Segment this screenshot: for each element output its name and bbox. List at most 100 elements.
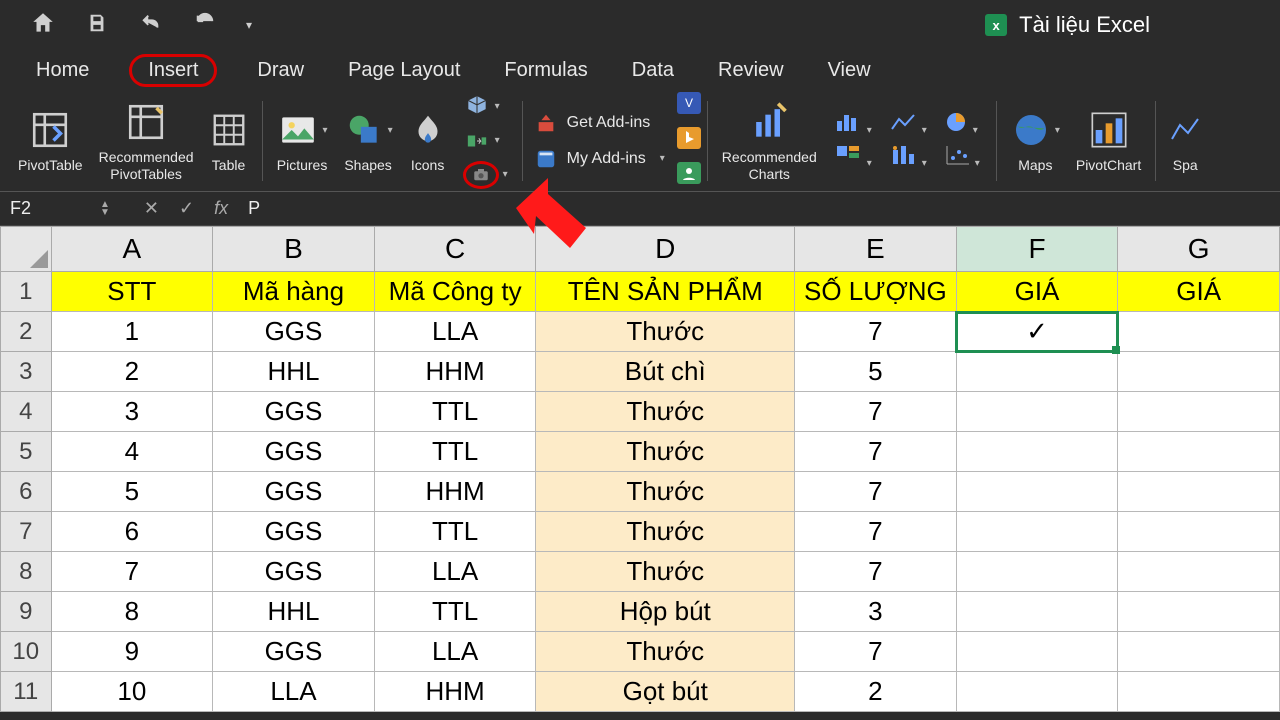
cell[interactable]: HHL [213,352,375,392]
statistic-chart-icon[interactable]: ▾ [890,144,927,171]
recommended-pivottables-button[interactable]: Recommended PivotTables [91,99,202,181]
worksheet-grid[interactable]: A B C D E F G 1 STT Mã hàng Mã Công ty T… [0,226,1280,712]
column-chart-icon[interactable]: ▾ [835,111,872,138]
cell[interactable] [1118,472,1280,512]
cell[interactable]: 6 [51,512,213,552]
tab-data[interactable]: Data [628,57,678,84]
cell[interactable] [1118,432,1280,472]
row-header-1[interactable]: 1 [1,272,52,312]
column-headers[interactable]: A B C D E F G [1,227,1280,272]
smartart-button[interactable]: ▾ [463,128,500,154]
cell[interactable] [1118,392,1280,432]
pictures-button[interactable]: ▾ Pictures [269,107,336,173]
cell[interactable]: GGS [213,432,375,472]
hierarchy-chart-icon[interactable]: ▾ [835,144,872,171]
cell[interactable]: 7 [795,312,957,352]
cell[interactable] [956,472,1118,512]
cell[interactable]: Thước [536,552,795,592]
cell[interactable]: Bút chì [536,352,795,392]
cancel-formula-icon[interactable]: ✕ [134,198,169,219]
scatter-chart-icon[interactable]: ▾ [945,144,980,171]
cell[interactable]: 2 [51,352,213,392]
cell[interactable]: Thước [536,472,795,512]
pivotchart-button[interactable]: PivotChart [1068,107,1149,173]
cell[interactable]: GGS [213,632,375,672]
cell[interactable] [1118,552,1280,592]
cell[interactable]: HHL [213,592,375,632]
select-all-corner[interactable] [1,227,52,272]
cell[interactable]: LLA [374,552,536,592]
table-row[interactable]: 4 3 GGS TTL Thước 7 [1,392,1280,432]
row-header-4[interactable]: 4 [1,392,52,432]
tab-review[interactable]: Review [714,57,788,84]
cell[interactable]: GGS [213,312,375,352]
cell[interactable]: Mã Công ty [374,272,536,312]
cell[interactable] [956,392,1118,432]
cell[interactable]: 4 [51,432,213,472]
cell[interactable] [956,552,1118,592]
maps-button[interactable]: ▾ Maps [1003,107,1068,173]
tab-draw[interactable]: Draw [253,57,308,84]
col-header-F[interactable]: F [956,227,1118,272]
cell[interactable]: 5 [51,472,213,512]
col-header-G[interactable]: G [1118,227,1280,272]
tab-home[interactable]: Home [32,57,93,84]
cell[interactable]: Thước [536,512,795,552]
cell[interactable]: HHM [374,352,536,392]
people-addin-icon[interactable] [677,162,701,189]
cell[interactable]: TTL [374,392,536,432]
enter-formula-icon[interactable]: ✓ [169,198,204,219]
table-button[interactable]: Table [202,107,256,173]
cell[interactable] [956,632,1118,672]
table-row[interactable]: 6 5 GGS HHM Thước 7 [1,472,1280,512]
cell[interactable] [1118,352,1280,392]
line-chart-icon[interactable]: ▾ [890,111,927,138]
namebox-stepper[interactable]: ▲▼ [100,201,110,217]
cell[interactable]: STT [51,272,213,312]
table-row[interactable]: 9 8 HHL TTL Hộp bút 3 [1,592,1280,632]
cell[interactable] [1118,672,1280,712]
cell[interactable]: 8 [51,592,213,632]
cell[interactable]: Thước [536,392,795,432]
pie-chart-icon[interactable]: ▾ [945,111,980,138]
fx-icon[interactable]: fx [204,198,238,219]
row-header-5[interactable]: 5 [1,432,52,472]
cell[interactable] [956,672,1118,712]
col-header-E[interactable]: E [795,227,957,272]
row-header-3[interactable]: 3 [1,352,52,392]
cell[interactable]: 5 [795,352,957,392]
redo-icon[interactable] [194,12,216,39]
cell[interactable]: 9 [51,632,213,672]
cell[interactable]: LLA [374,632,536,672]
cell[interactable]: 7 [51,552,213,592]
col-header-A[interactable]: A [51,227,213,272]
row-header-10[interactable]: 10 [1,632,52,672]
bing-addin-icon[interactable] [677,127,701,154]
cell[interactable] [956,592,1118,632]
table-row[interactable]: 10 9 GGS LLA Thước 7 [1,632,1280,672]
cell[interactable]: HHM [374,672,536,712]
cell[interactable]: 10 [51,672,213,712]
cell[interactable]: 7 [795,512,957,552]
row-header-6[interactable]: 6 [1,472,52,512]
col-header-D[interactable]: D [536,227,795,272]
cell[interactable]: GGS [213,392,375,432]
cell[interactable]: 2 [795,672,957,712]
cell[interactable]: TTL [374,592,536,632]
cell[interactable]: Thước [536,312,795,352]
cell[interactable]: LLA [213,672,375,712]
row-header-9[interactable]: 9 [1,592,52,632]
col-header-C[interactable]: C [374,227,536,272]
cell[interactable]: GGS [213,552,375,592]
sparklines-button[interactable]: Spa [1162,107,1208,173]
cell[interactable]: Thước [536,632,795,672]
row-header-2[interactable]: 2 [1,312,52,352]
table-row[interactable]: 3 2 HHL HHM Bút chì 5 [1,352,1280,392]
cell[interactable]: Gọt bút [536,672,795,712]
customize-qat-icon[interactable]: ▾ [246,18,252,32]
cell[interactable]: 7 [795,392,957,432]
table-row[interactable]: 2 1 GGS LLA Thước 7 ✓ [1,312,1280,352]
cell[interactable]: 3 [795,592,957,632]
cell[interactable] [956,432,1118,472]
col-header-B[interactable]: B [213,227,375,272]
